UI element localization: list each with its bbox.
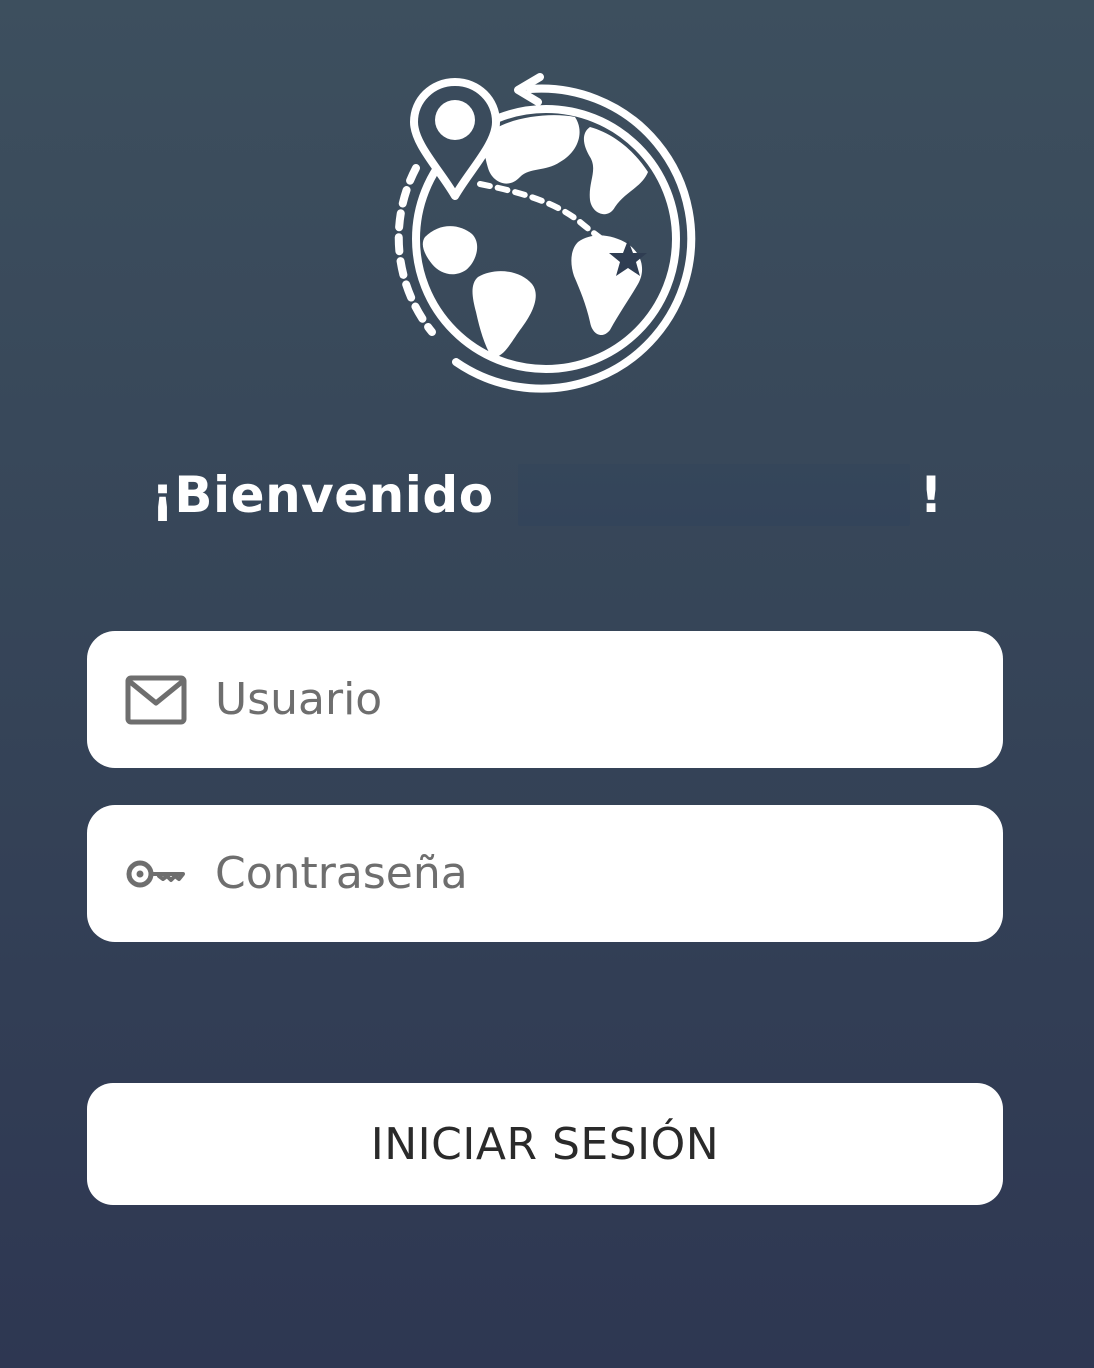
login-button[interactable]: INICIAR SESIÓN <box>87 1083 1003 1205</box>
key-icon <box>125 857 187 891</box>
welcome-prefix: ¡Bienvenido <box>151 466 494 524</box>
username-field-container[interactable] <box>87 631 1003 768</box>
redacted-name <box>517 464 910 526</box>
welcome-suffix: ! <box>919 466 943 524</box>
username-input[interactable] <box>215 631 973 768</box>
welcome-heading: ¡Bienvenido ! <box>0 455 1094 535</box>
globe-location-icon <box>380 72 710 402</box>
password-field-container[interactable] <box>87 805 1003 942</box>
envelope-icon <box>125 675 187 725</box>
password-input[interactable] <box>215 805 973 942</box>
